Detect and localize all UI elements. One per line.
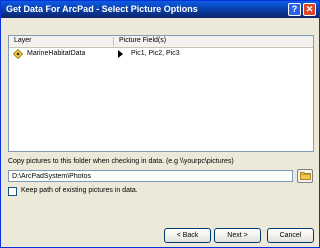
next-button[interactable]: Next > bbox=[214, 228, 261, 243]
back-button[interactable]: < Back bbox=[164, 228, 211, 243]
keep-path-label[interactable]: Keep path of existing pictures in data. bbox=[21, 187, 138, 194]
list-item[interactable]: MarineHabitatData Pic1, Pic2, Pic3 bbox=[9, 48, 313, 60]
column-header-layer[interactable]: Layer bbox=[14, 37, 32, 44]
triangle-right-icon bbox=[118, 50, 123, 58]
picture-fields-value[interactable]: Pic1, Pic2, Pic3 bbox=[131, 50, 180, 57]
window-title: Get Data For ArcPad - Select Picture Opt… bbox=[6, 4, 198, 14]
layer-name: MarineHabitatData bbox=[27, 50, 86, 57]
browse-folder-button[interactable] bbox=[297, 169, 313, 183]
close-button[interactable]: ✕ bbox=[303, 3, 316, 16]
help-button[interactable]: ? bbox=[288, 3, 301, 16]
point-layer-icon bbox=[12, 48, 24, 60]
layer-list[interactable]: Layer Picture Field(s) MarineHabitatData… bbox=[8, 35, 314, 152]
keep-path-checkbox[interactable] bbox=[8, 187, 17, 196]
folder-label: Copy pictures to this folder when checki… bbox=[8, 158, 234, 165]
folder-path-input[interactable] bbox=[8, 170, 293, 182]
list-header: Layer Picture Field(s) bbox=[9, 36, 313, 48]
dialog-window: Get Data For ArcPad - Select Picture Opt… bbox=[0, 0, 320, 248]
column-divider[interactable] bbox=[113, 37, 114, 46]
folder-icon bbox=[299, 171, 311, 182]
cancel-button[interactable]: Cancel bbox=[267, 228, 314, 243]
title-bar: Get Data For ArcPad - Select Picture Opt… bbox=[1, 1, 319, 18]
column-header-picture-fields[interactable]: Picture Field(s) bbox=[119, 37, 166, 44]
